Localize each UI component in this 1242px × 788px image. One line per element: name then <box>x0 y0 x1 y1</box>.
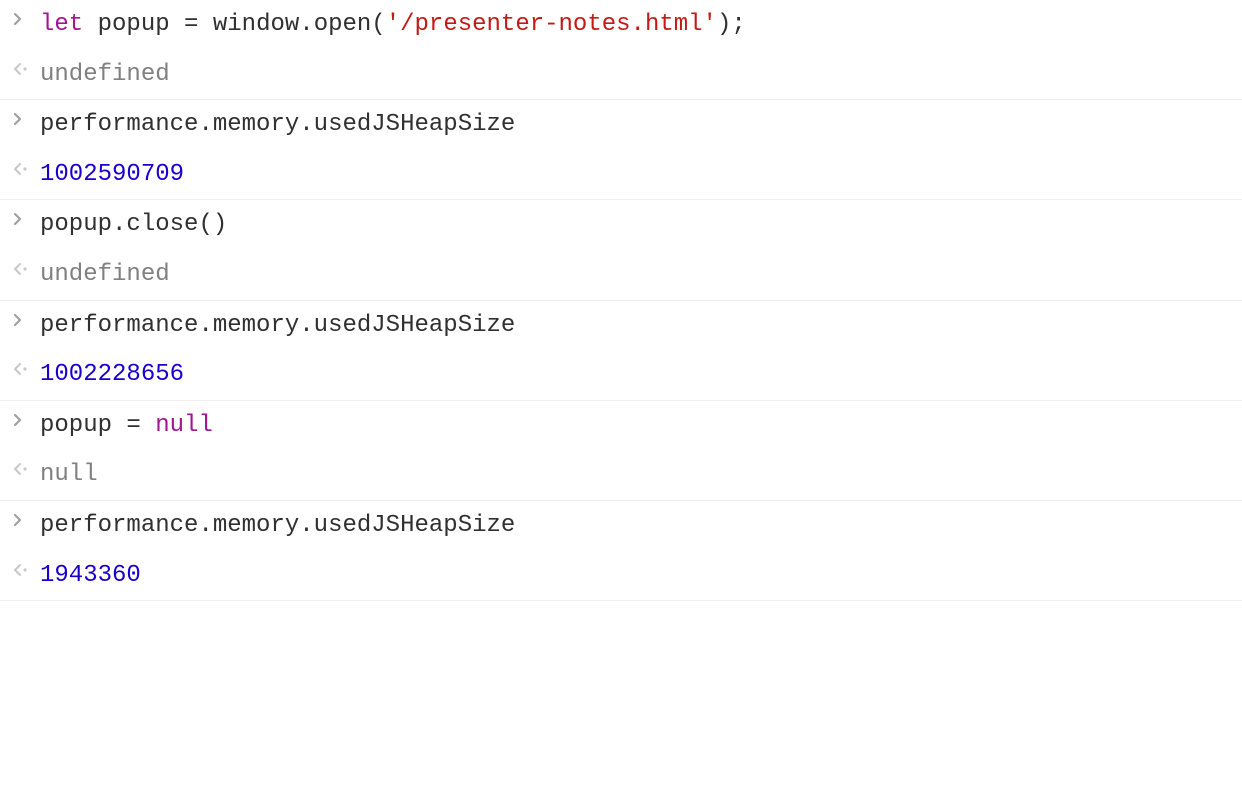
token-plain: window <box>198 11 299 38</box>
chevron-left-dot-icon <box>8 258 40 276</box>
token-plain: usedJSHeapSize <box>314 512 516 539</box>
console-output-text: undefined <box>40 58 1232 92</box>
devtools-console[interactable]: let popup = window.open('/presenter-note… <box>0 0 1242 601</box>
token-punct: ; <box>731 11 745 38</box>
console-output-text: null <box>40 458 1232 492</box>
token-plain: popup <box>40 211 112 238</box>
console-input-text: performance.memory.usedJSHeapSize <box>40 309 1232 343</box>
chevron-right-icon <box>8 409 40 427</box>
console-output-text: 1002228656 <box>40 358 1232 392</box>
token-plain: close <box>126 211 198 238</box>
console-output-row[interactable]: undefined <box>0 50 1242 101</box>
token-punct: . <box>112 211 126 238</box>
console-output-row[interactable]: 1002590709 <box>0 150 1242 201</box>
token-punct: . <box>198 512 212 539</box>
token-punct: = <box>184 11 198 38</box>
console-input-row[interactable]: popup.close() <box>0 200 1242 250</box>
token-num: 1002228656 <box>40 361 184 388</box>
chevron-right-icon <box>8 309 40 327</box>
console-input-text: popup.close() <box>40 208 1232 242</box>
token-punct: . <box>299 11 313 38</box>
token-plain: popup <box>40 412 126 439</box>
token-punct: ( <box>371 11 385 38</box>
console-output-text: 1002590709 <box>40 158 1232 192</box>
token-plain: memory <box>213 312 299 339</box>
chevron-left-dot-icon <box>8 358 40 376</box>
token-plain: memory <box>213 512 299 539</box>
token-num: 1002590709 <box>40 161 184 188</box>
token-str: '/presenter-notes.html' <box>386 11 717 38</box>
token-punct: () <box>198 211 227 238</box>
token-kw-null: null <box>155 412 213 439</box>
chevron-right-icon <box>8 8 40 26</box>
token-punct: = <box>126 412 140 439</box>
token-plain: usedJSHeapSize <box>314 111 516 138</box>
token-punct: . <box>299 312 313 339</box>
token-undef: undefined <box>40 261 170 288</box>
console-input-row[interactable]: performance.memory.usedJSHeapSize <box>0 301 1242 351</box>
token-plain: performance <box>40 312 198 339</box>
chevron-left-dot-icon <box>8 58 40 76</box>
chevron-right-icon <box>8 208 40 226</box>
token-plain <box>141 412 155 439</box>
chevron-right-icon <box>8 509 40 527</box>
console-input-row[interactable]: performance.memory.usedJSHeapSize <box>0 501 1242 551</box>
token-plain: performance <box>40 111 198 138</box>
console-input-text: popup = null <box>40 409 1232 443</box>
chevron-left-dot-icon <box>8 158 40 176</box>
token-plain: memory <box>213 111 299 138</box>
token-punct: ) <box>717 11 731 38</box>
token-undef: undefined <box>40 61 170 88</box>
token-num: 1943360 <box>40 562 141 589</box>
console-output-row[interactable]: undefined <box>0 250 1242 301</box>
console-output-row[interactable]: 1002228656 <box>0 350 1242 401</box>
console-input-text: let popup = window.open('/presenter-note… <box>40 8 1232 42</box>
token-punct: . <box>198 312 212 339</box>
token-plain: usedJSHeapSize <box>314 312 516 339</box>
token-nullv: null <box>40 461 98 488</box>
token-punct: . <box>198 111 212 138</box>
token-punct: . <box>299 111 313 138</box>
console-output-row[interactable]: 1943360 <box>0 551 1242 602</box>
token-plain: popup <box>83 11 184 38</box>
console-input-row[interactable]: popup = null <box>0 401 1242 451</box>
console-output-text: 1943360 <box>40 559 1232 593</box>
chevron-right-icon <box>8 108 40 126</box>
chevron-left-dot-icon <box>8 559 40 577</box>
token-punct: . <box>299 512 313 539</box>
token-plain: open <box>314 11 372 38</box>
console-output-row[interactable]: null <box>0 450 1242 501</box>
console-input-text: performance.memory.usedJSHeapSize <box>40 108 1232 142</box>
token-kw-let: let <box>40 11 83 38</box>
console-input-row[interactable]: performance.memory.usedJSHeapSize <box>0 100 1242 150</box>
console-output-text: undefined <box>40 258 1232 292</box>
chevron-left-dot-icon <box>8 458 40 476</box>
token-plain: performance <box>40 512 198 539</box>
console-input-text: performance.memory.usedJSHeapSize <box>40 509 1232 543</box>
console-input-row[interactable]: let popup = window.open('/presenter-note… <box>0 0 1242 50</box>
